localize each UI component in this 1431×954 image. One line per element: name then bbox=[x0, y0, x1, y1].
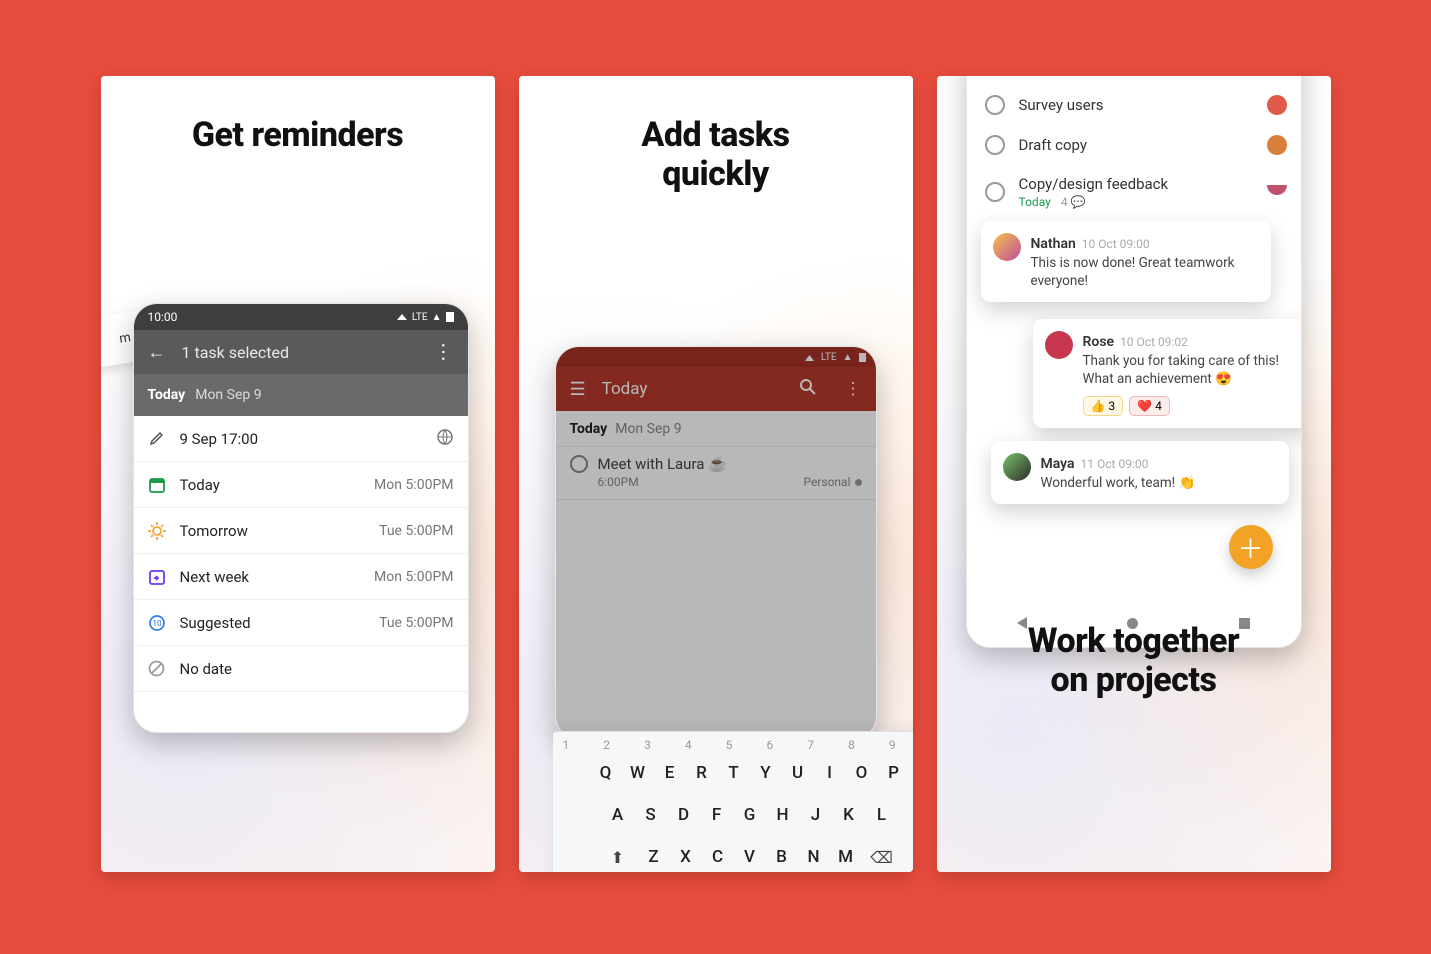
avatar bbox=[993, 233, 1021, 261]
assignee-avatar bbox=[1267, 135, 1287, 155]
globe-icon[interactable] bbox=[436, 428, 454, 450]
pencil-icon bbox=[148, 431, 166, 446]
battery-icon bbox=[446, 312, 454, 322]
sun-icon bbox=[148, 522, 166, 540]
svg-text:10: 10 bbox=[152, 619, 161, 628]
checkbox-icon[interactable] bbox=[985, 135, 1005, 155]
next-week-icon bbox=[148, 569, 166, 585]
keyboard[interactable]: 1234567890 QWERTYUIOP ASDFGHJKL ⬆ ZXCVBN… bbox=[553, 731, 913, 872]
phone-mock-add: LTE ▲ ☰ Today ⋮ TodayMon Sep 9 Meet with… bbox=[555, 346, 877, 740]
reaction-like[interactable]: 👍 3 bbox=[1083, 396, 1124, 416]
checkbox-icon[interactable] bbox=[985, 95, 1005, 115]
heading-add-tasks: Add tasks quickly bbox=[519, 76, 913, 194]
today-bar: TodayMon Sep 9 bbox=[134, 374, 468, 416]
phone-mock-reminders: 10:00 LTE ▲ ← 1 task selected ⋯ TodayMon… bbox=[133, 303, 469, 733]
panel-add-tasks: Add tasks quickly LTE ▲ ☰ Today ⋮ TodayM… bbox=[519, 76, 913, 872]
keyboard-row-1[interactable]: QWERTYUIOP bbox=[553, 752, 913, 794]
avatar bbox=[1045, 331, 1073, 359]
schedule-option-no-date[interactable]: No date bbox=[134, 646, 468, 692]
selection-header: ← 1 task selected ⋯ bbox=[134, 330, 468, 374]
heading-reminders: Get reminders bbox=[101, 76, 495, 155]
no-date-icon bbox=[148, 660, 166, 677]
schedule-option-today[interactable]: Today Mon 5:00PM bbox=[134, 462, 468, 508]
add-task-fab[interactable]: ＋ bbox=[1229, 525, 1273, 569]
task-item[interactable]: Copy/design feedback Today 4 💬 bbox=[967, 165, 1301, 219]
task-list: Survey users Draft copy Copy/design feed… bbox=[967, 76, 1301, 219]
backspace-key[interactable]: ⌫ bbox=[864, 840, 900, 872]
avatar bbox=[1003, 453, 1031, 481]
edit-date-row[interactable]: 9 Sep 17:00 bbox=[134, 416, 468, 462]
schedule-option-next-week[interactable]: Next week Mon 5:00PM bbox=[134, 554, 468, 600]
phone-mock-collab: Survey users Draft copy Copy/design feed… bbox=[966, 76, 1302, 648]
task-item[interactable]: Draft copy bbox=[967, 125, 1301, 165]
dim-overlay bbox=[556, 347, 876, 739]
task-item[interactable]: Survey users bbox=[967, 85, 1301, 125]
comment-bubble[interactable]: Maya11 Oct 09:00 Wonderful work, team! 👏 bbox=[991, 441, 1289, 504]
schedule-option-suggested[interactable]: 10 Suggested Tue 5:00PM bbox=[134, 600, 468, 646]
comment-bubble[interactable]: Rose10 Oct 09:02 Thank you for taking ca… bbox=[1033, 319, 1302, 428]
assignee-avatar bbox=[1267, 95, 1287, 115]
panel-reminders: Get reminders m Todoist · Fitness · 7:30… bbox=[101, 76, 495, 872]
calendar-today-icon bbox=[148, 477, 166, 493]
schedule-option-tomorrow[interactable]: Tomorrow Tue 5:00PM bbox=[134, 508, 468, 554]
wifi-icon bbox=[396, 312, 408, 322]
assignee-avatar bbox=[1267, 175, 1287, 195]
keyboard-hint-row: 1234567890 bbox=[553, 732, 913, 752]
shift-key[interactable]: ⬆ bbox=[600, 840, 636, 872]
status-bar: 10:00 LTE ▲ bbox=[134, 304, 468, 330]
panel-work-together: Survey users Draft copy Copy/design feed… bbox=[937, 76, 1331, 872]
heading-work-together: Work together on projects bbox=[937, 622, 1331, 700]
reaction-heart[interactable]: ❤️ 4 bbox=[1129, 396, 1170, 416]
keyboard-row-2[interactable]: ASDFGHJKL bbox=[553, 794, 913, 836]
suggested-icon: 10 bbox=[148, 614, 166, 632]
keyboard-row-3[interactable]: ⬆ ZXCVBNM ⌫ bbox=[553, 836, 913, 872]
back-icon[interactable]: ← bbox=[148, 342, 166, 363]
comment-bubble[interactable]: Nathan10 Oct 09:00 This is now done! Gre… bbox=[981, 221, 1271, 302]
more-icon[interactable]: ⋯ bbox=[432, 342, 456, 362]
checkbox-icon[interactable] bbox=[985, 182, 1005, 202]
